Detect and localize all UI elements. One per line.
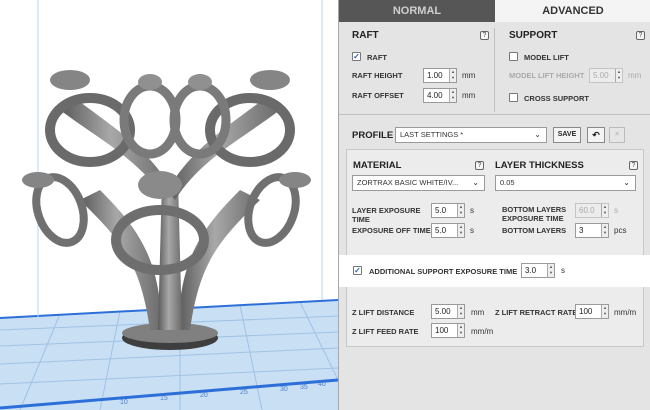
axis-label: 10 (120, 399, 128, 406)
spinner-icon[interactable]: ▲ ▼ (457, 224, 464, 237)
reset-icon[interactable]: ↶ (587, 127, 605, 143)
divider (494, 28, 495, 112)
z-lift-distance-label: Z LIFT DISTANCE (352, 308, 415, 317)
support-help-icon[interactable]: ? (636, 31, 645, 40)
additional-support-input[interactable]: 3.0 ▲ ▼ (521, 263, 555, 278)
raft-height-unit: mm (462, 71, 476, 80)
bottom-layers-unit: pcs (614, 226, 627, 235)
raft-offset-input[interactable]: 4.00 ▲ ▼ (423, 88, 457, 103)
axis-label: 20 (200, 392, 208, 399)
spinner-icon[interactable]: ▲ ▼ (547, 264, 554, 277)
material-selected: ZORTRAX BASIC WHITE/IV... (357, 178, 459, 187)
raft-offset-unit: mm (462, 91, 476, 100)
axis-label: 30 (280, 386, 288, 393)
z-lift-retract-value: 100 (579, 307, 593, 316)
raft-help-icon[interactable]: ? (480, 31, 489, 40)
additional-support-label: ADDITIONAL SUPPORT EXPOSURE TIME (369, 267, 518, 276)
raft-checkbox[interactable]: ✓ (352, 52, 361, 61)
spinner-icon[interactable]: ▲ ▼ (601, 224, 608, 237)
material-help-icon[interactable]: ? (475, 161, 484, 170)
z-lift-feed-input[interactable]: 100 ▲ ▼ (431, 323, 465, 338)
raft-checkbox-label: RAFT (367, 53, 387, 62)
axis-label: 40 (318, 381, 326, 388)
spinner-icon[interactable]: ▲ ▼ (457, 305, 464, 318)
z-lift-retract-input[interactable]: 100 ▲ ▼ (575, 304, 609, 319)
z-lift-distance-unit: mm (471, 308, 485, 317)
additional-support-unit: s (561, 266, 565, 275)
z-lift-distance-input[interactable]: 5.00 ▲ ▼ (431, 304, 465, 319)
layer-thickness-selected: 0.05 (500, 178, 515, 187)
model-lift-height-unit: mm (628, 71, 642, 80)
bottom-exposure-value: 60.0 (579, 206, 595, 215)
profile-selected: LAST SETTINGS * (400, 130, 464, 139)
bottom-layers-value: 3 (579, 226, 584, 235)
material-label: MATERIAL (353, 160, 402, 171)
bottom-layers-input[interactable]: 3 ▲ ▼ (575, 223, 609, 238)
z-lift-distance-value: 5.00 (435, 307, 451, 316)
spinner-icon[interactable]: ▲ ▼ (601, 305, 608, 318)
raft-height-input[interactable]: 1.00 ▲ ▼ (423, 68, 457, 83)
z-lift-feed-value: 100 (435, 326, 449, 335)
3d-viewport[interactable]: 10 15 20 25 30 35 40 (0, 0, 338, 410)
profile-select[interactable]: LAST SETTINGS * ⌄ (395, 127, 547, 143)
settings-panel: NORMAL ADVANCED RAFT ? ✓ RAFT RAFT HEIGH… (338, 0, 650, 410)
layer-exposure-input[interactable]: 5.0 ▲ ▼ (431, 203, 465, 218)
layer-thickness-help-icon[interactable]: ? (629, 161, 638, 170)
model-lift-checkbox[interactable] (509, 52, 518, 61)
axis-label: 25 (240, 389, 248, 396)
additional-support-value: 3.0 (525, 266, 537, 275)
save-button[interactable]: SAVE (553, 127, 581, 143)
raft-offset-label: RAFT OFFSET (352, 91, 404, 100)
model-lift-label: MODEL LIFT (524, 53, 569, 62)
cross-support-label: CROSS SUPPORT (524, 94, 590, 103)
raft-height-label: RAFT HEIGHT (352, 71, 403, 80)
bottom-exposure-label: BOTTOM LAYERS EXPOSURE TIME (502, 205, 567, 223)
spinner-icon: ▲ ▼ (615, 69, 622, 82)
support-title: SUPPORT (509, 30, 558, 41)
divider (339, 114, 650, 115)
layer-exposure-value: 5.0 (435, 206, 447, 215)
z-lift-feed-unit: mm/m (471, 327, 494, 336)
additional-support-checkbox[interactable]: ✓ (353, 266, 362, 275)
exposure-off-unit: s (470, 226, 474, 235)
spinner-icon[interactable]: ▲ ▼ (449, 69, 456, 82)
bottom-exposure-input: 60.0 ▲ ▼ (575, 203, 609, 218)
chevron-down-icon: ⌄ (472, 178, 479, 187)
z-lift-retract-label: Z LIFT RETRACT RATE (495, 308, 578, 317)
model-lift-height-input: 5.00 ▲ ▼ (589, 68, 623, 83)
model-lift-height-label: MODEL LIFT HEIGHT (509, 71, 585, 80)
layer-thickness-label: LAYER THICKNESS (495, 160, 584, 171)
model-render: 10 15 20 25 30 35 40 (0, 0, 338, 410)
axis-label: 35 (300, 384, 308, 391)
spinner-icon[interactable]: ▲ ▼ (449, 89, 456, 102)
spinner-icon[interactable]: ▲ ▼ (457, 324, 464, 337)
z-lift-retract-unit: mm/m (614, 308, 637, 317)
exposure-off-label: EXPOSURE OFF TIME (352, 226, 431, 235)
chevron-down-icon: ⌄ (623, 178, 630, 187)
raft-height-value: 1.00 (427, 71, 443, 80)
axis-label: 15 (160, 395, 168, 402)
raft-offset-value: 4.00 (427, 91, 443, 100)
tab-advanced[interactable]: ADVANCED (495, 0, 650, 22)
layer-exposure-label: LAYER EXPOSURE TIME (352, 206, 421, 224)
spinner-icon[interactable]: ▲ ▼ (457, 204, 464, 217)
exposure-off-value: 5.0 (435, 226, 447, 235)
cross-support-checkbox[interactable] (509, 93, 518, 102)
layer-thickness-select[interactable]: 0.05 ⌄ (495, 175, 636, 191)
profile-label: PROFILE (352, 130, 394, 141)
tab-normal[interactable]: NORMAL (339, 0, 495, 22)
bottom-exposure-unit: s (614, 206, 618, 215)
bottom-layers-label: BOTTOM LAYERS (502, 226, 567, 235)
exposure-off-input[interactable]: 5.0 ▲ ▼ (431, 223, 465, 238)
chevron-down-icon: ⌄ (534, 130, 541, 139)
material-select[interactable]: ZORTRAX BASIC WHITE/IV... ⌄ (352, 175, 485, 191)
z-lift-feed-label: Z LIFT FEED RATE (352, 327, 419, 336)
layer-exposure-unit: s (470, 206, 474, 215)
model-lift-height-value: 5.00 (593, 71, 609, 80)
spinner-icon: ▲ ▼ (601, 204, 608, 217)
delete-icon: × (609, 127, 625, 143)
raft-title: RAFT (352, 30, 379, 41)
